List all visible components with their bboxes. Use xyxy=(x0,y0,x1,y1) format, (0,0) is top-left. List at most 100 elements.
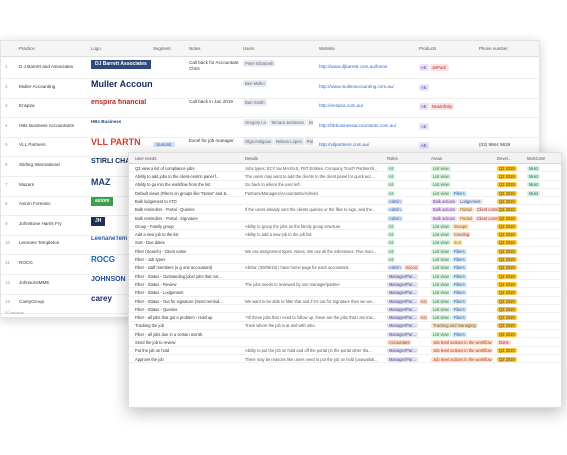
user-need-text[interactable]: Filter - Status - Out for signature (Sen… xyxy=(135,299,235,304)
development-cell[interactable]: Q3 2019 xyxy=(497,223,521,229)
user-need-text[interactable]: Filter - staff members (e.g one accounta… xyxy=(135,265,235,270)
details-text[interactable]: Ability to put the job on hold and off t… xyxy=(245,348,383,353)
roles-cell[interactable]: AI xyxy=(387,190,427,196)
user-need-row[interactable]: Filter - Status - Out for signature (Sen… xyxy=(129,297,561,306)
roles-cell[interactable]: Admin Accou xyxy=(387,265,427,271)
user-need-row[interactable]: Bulk lodgement to ATO Admin Bulk actions Lo… xyxy=(129,197,561,206)
user-need-row[interactable]: Filter - staff members (e.g one accounta… xyxy=(129,264,561,272)
practice-name[interactable]: Axiom Forensic xyxy=(19,201,79,206)
moscow-cell[interactable]: Must xyxy=(527,182,557,188)
user-need-row[interactable]: Default views (Filters on groups like "N… xyxy=(129,189,561,198)
products-cell[interactable]: AE xyxy=(419,83,430,91)
col-areas[interactable]: Areas xyxy=(431,156,442,161)
website-link[interactable]: http://enspira.com.au/ xyxy=(319,103,415,108)
practice-name[interactable]: Muller Accounting xyxy=(19,84,79,89)
phone-cell[interactable]: (03) 9964 9639 xyxy=(479,142,510,147)
development-cell[interactable]: Q3 2019 xyxy=(497,298,521,304)
practice-name[interactable]: ROCG xyxy=(19,260,79,265)
col-logo[interactable]: Logo xyxy=(91,46,101,51)
col-user-needs[interactable]: User needs xyxy=(135,156,156,161)
practice-name[interactable]: HBs Business Accountants xyxy=(19,123,79,128)
details-text[interactable]: We use assignment types. Notes. We use a… xyxy=(245,249,383,254)
products-cell[interactable]: AE JetPack xyxy=(419,64,450,71)
col-details[interactable]: Details xyxy=(245,156,258,161)
development-cell[interactable]: Q3 2019 xyxy=(497,257,521,263)
practice-name[interactable]: JohnsonsMME xyxy=(19,280,79,285)
col-users[interactable]: Users xyxy=(243,46,254,51)
user-need-row[interactable]: Filter - Status - Queries Manager/Par... L… xyxy=(129,305,561,314)
details-text[interactable]: Track where the job is at and with who. xyxy=(245,323,383,328)
development-cell[interactable]: Q3 2019 xyxy=(497,248,521,254)
user-need-row[interactable]: Filter - Status - Review The jobs needs t… xyxy=(129,280,561,289)
col-segment[interactable]: Segment xyxy=(153,46,171,51)
development-cell[interactable]: Q3 2019 xyxy=(497,281,521,287)
roles-cell[interactable]: Manager/Par...Accou xyxy=(387,315,427,321)
col-roles[interactable]: Roles xyxy=(387,156,398,161)
development-cell[interactable]: Q3 2019 xyxy=(497,290,521,296)
practice-name[interactable]: Stirling International xyxy=(19,162,79,167)
roles-cell[interactable]: Manager/Par... xyxy=(387,273,427,279)
user-need-text[interactable]: Sort - Due dates xyxy=(135,240,235,245)
details-text[interactable]: The users may want to add the clients to… xyxy=(245,174,383,179)
user-need-text[interactable]: Approve the job xyxy=(135,357,235,362)
roles-cell[interactable]: Manager/Par... xyxy=(387,348,427,354)
development-cell[interactable]: Q3 2019 xyxy=(497,356,521,362)
roles-cell[interactable]: Manager/Par... xyxy=(387,306,427,312)
details-text[interactable]: We want to be able to filter that and if… xyxy=(245,299,383,304)
roles-cell[interactable]: AI xyxy=(387,182,427,188)
roles-cell[interactable]: Admin xyxy=(387,215,427,221)
roles-cell[interactable]: Manager/Par... xyxy=(387,323,427,329)
development-cell[interactable]: Q3 2019 xyxy=(497,331,521,337)
user-need-text[interactable]: Filter - Job types xyxy=(135,257,235,262)
products-cell[interactable]: AE NewInfinity xyxy=(419,103,455,111)
roles-cell[interactable]: AI xyxy=(387,248,427,254)
notes-cell[interactable]: Excel for job manager xyxy=(189,138,247,144)
user-need-text[interactable]: Filter - all jobs that got a problem - H… xyxy=(135,315,235,320)
user-need-row[interactable]: Filter - all jobs due in a certain month… xyxy=(129,330,561,339)
products-cell[interactable]: AE xyxy=(419,142,430,150)
user-need-row[interactable]: Ability to add jobs to the client-centri… xyxy=(129,172,561,181)
user-need-text[interactable]: Add a new job to the list xyxy=(135,232,235,237)
users-cell[interactable]: Gregory LoTamara JamiesonBen Schwarzberg xyxy=(243,118,313,135)
user-need-text[interactable]: Q3 view a list of compliance jobs xyxy=(135,166,235,171)
user-need-text[interactable]: Bulk reminders - Portal - Signature xyxy=(135,216,235,221)
user-need-row[interactable]: Bulk reminders - Portal - Signature Admin… xyxy=(129,214,561,223)
details-text[interactable]: There may be reasons like users need to … xyxy=(245,357,383,362)
user-need-row[interactable]: Filter - Job types AI List view Filters Q3 2… xyxy=(129,255,561,264)
col-website[interactable]: Website xyxy=(319,46,335,51)
user-need-row[interactable]: Sort - Due dates AI List view Sort Q3 2019 xyxy=(129,239,561,247)
roles-cell[interactable]: Manager/Par... xyxy=(387,281,427,287)
development-cell[interactable]: Q3 2019 xyxy=(497,232,521,238)
user-need-text[interactable]: Filter - all jobs due in a certain month… xyxy=(135,332,235,337)
products-cell[interactable]: AE xyxy=(419,122,430,130)
col-products[interactable]: Products xyxy=(419,46,436,51)
roles-cell[interactable]: AI xyxy=(387,174,427,180)
user-need-text[interactable]: Send the job to review xyxy=(135,340,235,345)
user-need-row[interactable]: Send the job to review Accountant Job leve… xyxy=(129,338,561,347)
user-need-row[interactable]: Group - Family group Ability to group the… xyxy=(129,222,561,231)
details-text[interactable]: Jobs types: ECY tax MAS/AS, FBT Entities… xyxy=(245,166,383,171)
roles-cell[interactable]: Accountant xyxy=(387,340,427,346)
segment-cell[interactable]: Summit xyxy=(153,142,175,148)
user-need-text[interactable]: Filter - Status - Queries xyxy=(135,307,235,312)
roles-cell[interactable]: AI xyxy=(387,257,427,263)
roles-cell[interactable]: Manager/Par... xyxy=(387,331,427,337)
user-need-row[interactable]: Bulk reminders - Portal - Queries If the … xyxy=(129,206,561,214)
user-need-row[interactable]: Filter (Search) - Client name We use assi… xyxy=(129,247,561,256)
development-cell[interactable]: Q3 2019 xyxy=(497,198,521,204)
user-need-text[interactable]: Ability to go into the workflow from the… xyxy=(135,182,235,187)
notes-cell[interactable]: Call back in Jan 2019 xyxy=(189,99,247,105)
users-cell[interactable]: Bart Smith xyxy=(243,99,313,115)
development-cell[interactable]: Q3 2019 xyxy=(497,323,521,329)
website-link[interactable]: http://vllpartners.com.au/ xyxy=(319,142,415,147)
user-need-text[interactable]: Filter - Status - Outstanding jobs/ jobs… xyxy=(135,274,235,279)
details-text[interactable]: Partners/Managers/Accountants/Admins xyxy=(245,191,383,196)
user-need-text[interactable]: Filter (Search) - Client name xyxy=(135,249,235,254)
practice-name[interactable]: Enspira xyxy=(19,103,79,108)
col-phone[interactable]: Phone number xyxy=(479,46,508,51)
user-need-text[interactable]: Put the job on hold xyxy=(135,348,235,353)
roles-cell[interactable]: AI xyxy=(387,232,427,238)
development-cell[interactable]: Q3 2019 xyxy=(497,306,521,312)
user-need-row[interactable]: Filter - Status - Outstanding jobs/ jobs… xyxy=(129,272,561,281)
user-need-row[interactable]: Approve the job There may be reasons like… xyxy=(129,355,561,364)
